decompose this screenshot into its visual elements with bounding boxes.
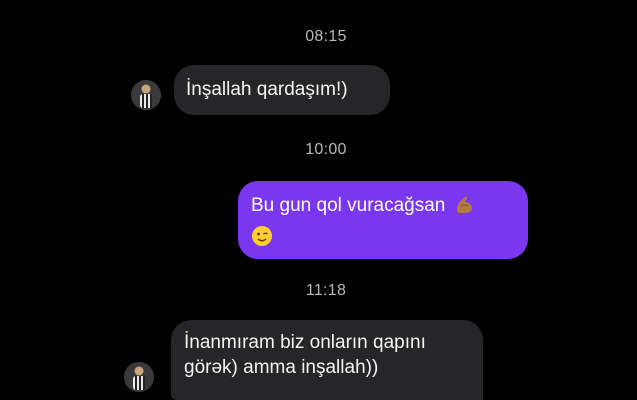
message-text-line-1: İnanmıram biz onların qapını: [184, 332, 426, 353]
outgoing-message-bubble[interactable]: Bu gun qol vuracağsan: [238, 181, 528, 259]
message-text: İnşallah qardaşım!): [186, 79, 348, 100]
message-text: Bu gun qol vuracağsan: [251, 195, 446, 216]
avatar-photo-icon: [131, 80, 161, 110]
contact-avatar[interactable]: [124, 362, 154, 392]
contact-avatar[interactable]: [131, 80, 161, 110]
message-text-line-2: görək) amma inşallah)): [184, 357, 379, 378]
timestamp: 10:00: [305, 141, 347, 158]
winking-face-icon: [251, 225, 273, 254]
incoming-message-bubble[interactable]: İnşallah qardaşım!): [174, 65, 390, 115]
chat-thread: 08:15 İnşallah qardaşım!) 10:00 Bu gun q…: [0, 0, 637, 400]
timestamp: 11:18: [305, 282, 347, 299]
flexed-biceps-icon: [453, 194, 475, 223]
incoming-message-bubble[interactable]: İnanmıram biz onların qapını görək) amma…: [171, 320, 483, 400]
timestamp: 08:15: [305, 28, 347, 45]
avatar-photo-icon: [124, 362, 154, 392]
